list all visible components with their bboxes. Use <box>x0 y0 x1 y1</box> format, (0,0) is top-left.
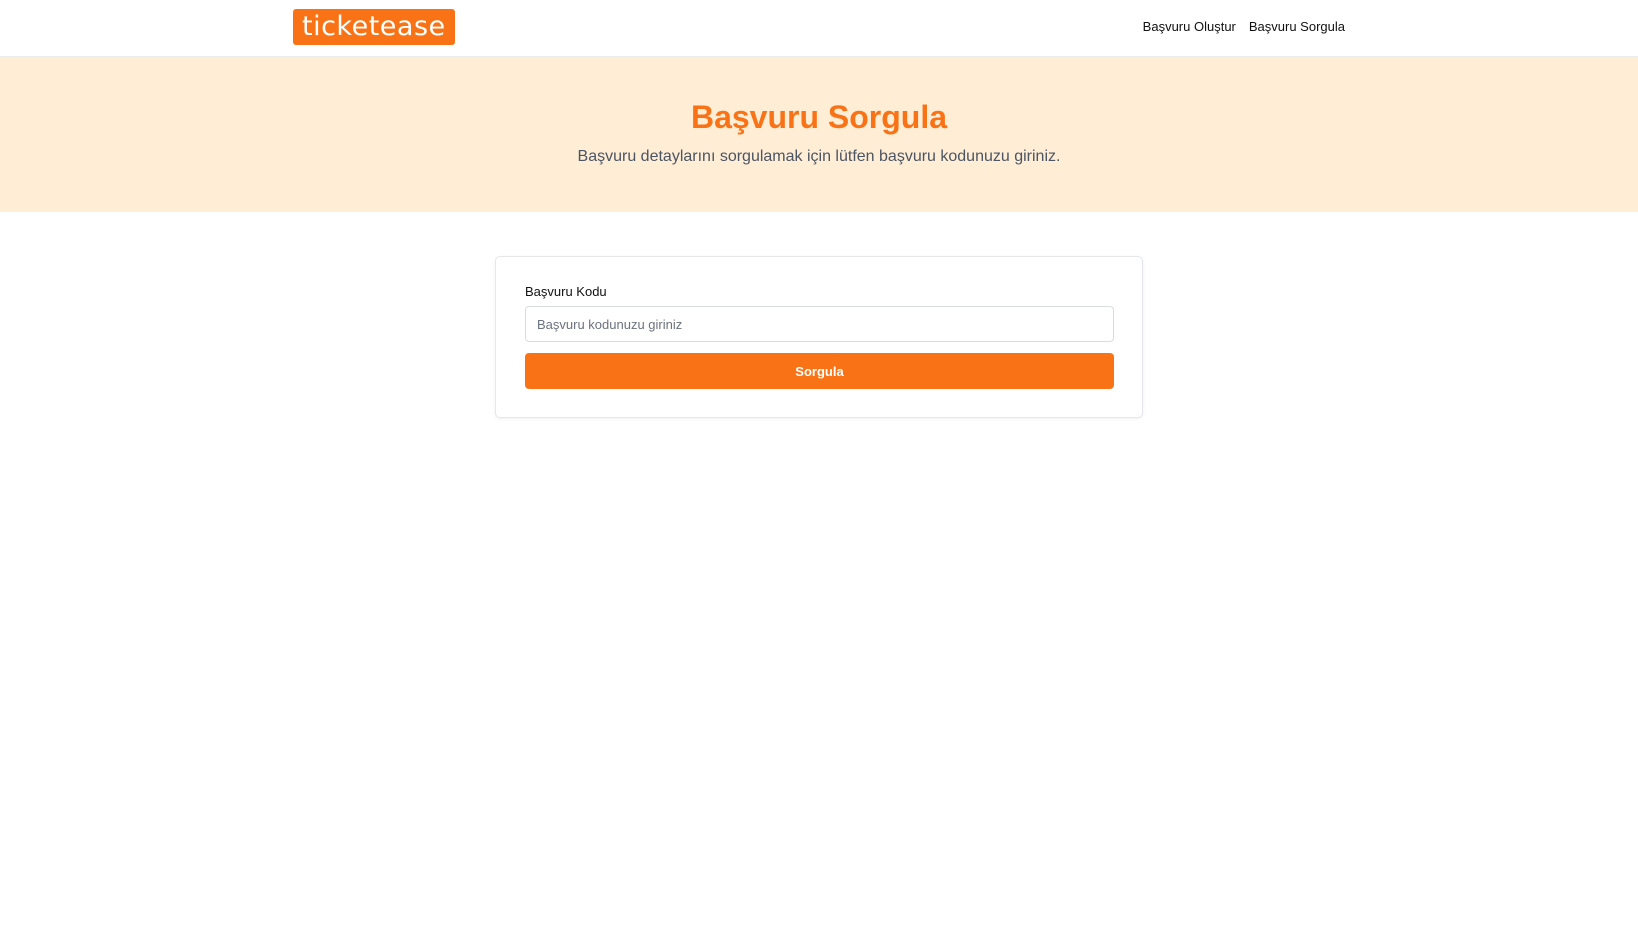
page-subtitle: Başvuru detaylarını sorgulamak için lütf… <box>577 148 1061 165</box>
page-title: Başvuru Sorgula <box>690 99 948 135</box>
application-code-input[interactable] <box>525 306 1114 342</box>
brand-logo[interactable]: ticketease <box>293 9 455 45</box>
application-code-label: Başvuru Kodu <box>525 284 607 299</box>
nav-link-create-application[interactable]: Başvuru Oluştur <box>1143 18 1236 36</box>
hero-banner: Başvuru Sorgula Başvuru detaylarını sorg… <box>0 57 1638 212</box>
nav-link-query-application[interactable]: Başvuru Sorgula <box>1249 18 1345 36</box>
query-button[interactable]: Sorgula <box>525 353 1114 389</box>
nav-links: Başvuru Oluştur Başvuru Sorgula <box>1143 18 1345 36</box>
query-form-card: Başvuru Kodu Sorgula <box>495 256 1143 418</box>
top-navbar: ticketease Başvuru Oluştur Başvuru Sorgu… <box>0 0 1638 57</box>
